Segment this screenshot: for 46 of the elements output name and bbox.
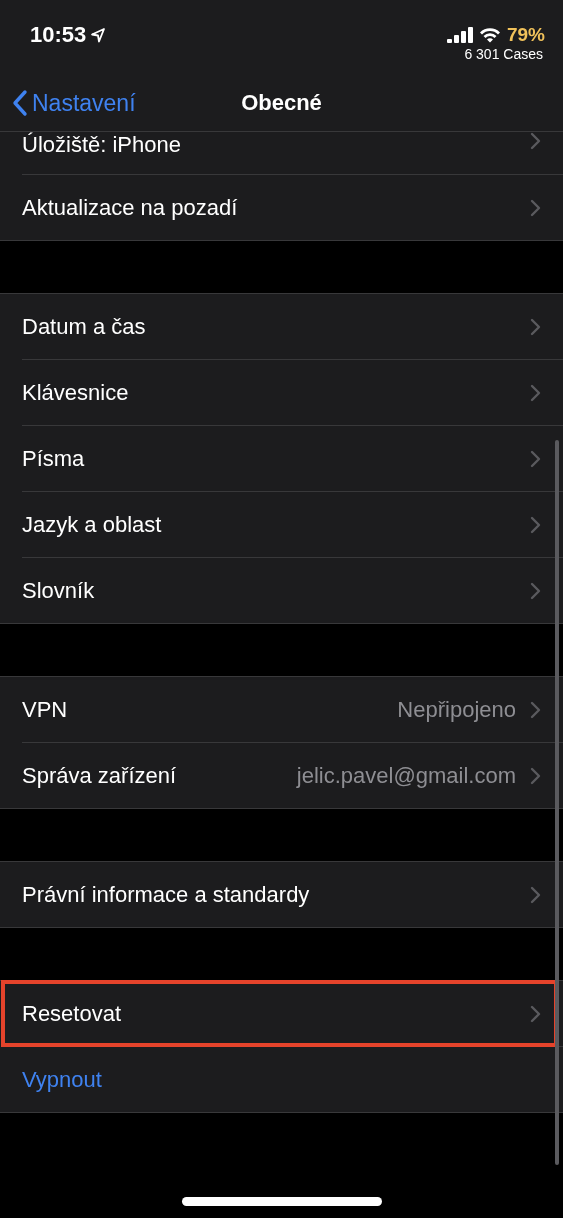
- settings-row[interactable]: Klávesnice: [0, 360, 563, 425]
- status-subtitle: 6 301 Cases: [464, 46, 543, 62]
- wifi-icon: [478, 27, 501, 43]
- chevron-icon: [530, 317, 541, 336]
- chevron-icon: [530, 700, 541, 719]
- settings-row[interactable]: Aktualizace na pozadí: [0, 175, 563, 240]
- row-label: Resetovat: [22, 1000, 123, 1027]
- settings-row[interactable]: Písma: [0, 426, 563, 491]
- chevron-icon: [530, 766, 541, 785]
- settings-row[interactable]: Resetovat: [2, 981, 557, 1046]
- row-label: Správa zařízení: [22, 762, 178, 789]
- settings-row[interactable]: Právní informace a standardy: [0, 862, 563, 927]
- row-label: Slovník: [22, 577, 96, 604]
- chevron-icon: [530, 1004, 541, 1023]
- row-label: Právní informace a standardy: [22, 881, 311, 908]
- settings-row[interactable]: Úložiště: iPhone: [0, 132, 563, 174]
- row-value: Nepřipojeno: [397, 696, 516, 723]
- row-label: Aktualizace na pozadí: [22, 194, 239, 221]
- row-label: Klávesnice: [22, 379, 130, 406]
- settings-row[interactable]: Vypnout: [0, 1047, 563, 1112]
- settings-row[interactable]: Datum a čas: [0, 294, 563, 359]
- row-label: Úložiště: iPhone: [22, 132, 182, 158]
- chevron-icon: [530, 449, 541, 468]
- battery-level: 79%: [506, 24, 545, 46]
- status-time: 10:53: [30, 22, 87, 48]
- row-label: Jazyk a oblast: [22, 511, 163, 538]
- row-value: jelic.pavel@gmail.com: [296, 762, 516, 789]
- location-icon: [90, 27, 107, 43]
- settings-row[interactable]: Správa zařízení jelic.pavel@gmail.com: [0, 743, 563, 808]
- chevron-icon: [530, 383, 541, 402]
- back-button[interactable]: Nastavení: [0, 89, 136, 117]
- page-title: Obecné: [241, 90, 322, 116]
- chevron-icon: [530, 885, 541, 904]
- chevron-icon: [530, 581, 541, 600]
- chevron-icon: [530, 515, 541, 534]
- row-label: VPN: [22, 696, 69, 723]
- settings-row[interactable]: Jazyk a oblast: [0, 492, 563, 557]
- chevron-icon: [530, 198, 541, 217]
- row-label: Vypnout: [22, 1066, 103, 1093]
- row-label: Datum a čas: [22, 313, 147, 340]
- signal-icon: [446, 27, 473, 43]
- settings-row[interactable]: VPN Nepřipojeno: [0, 677, 563, 742]
- chevron-icon: [530, 132, 541, 150]
- row-label: Písma: [22, 445, 86, 472]
- back-chevron-icon: [12, 89, 28, 117]
- settings-row[interactable]: Slovník: [0, 558, 563, 623]
